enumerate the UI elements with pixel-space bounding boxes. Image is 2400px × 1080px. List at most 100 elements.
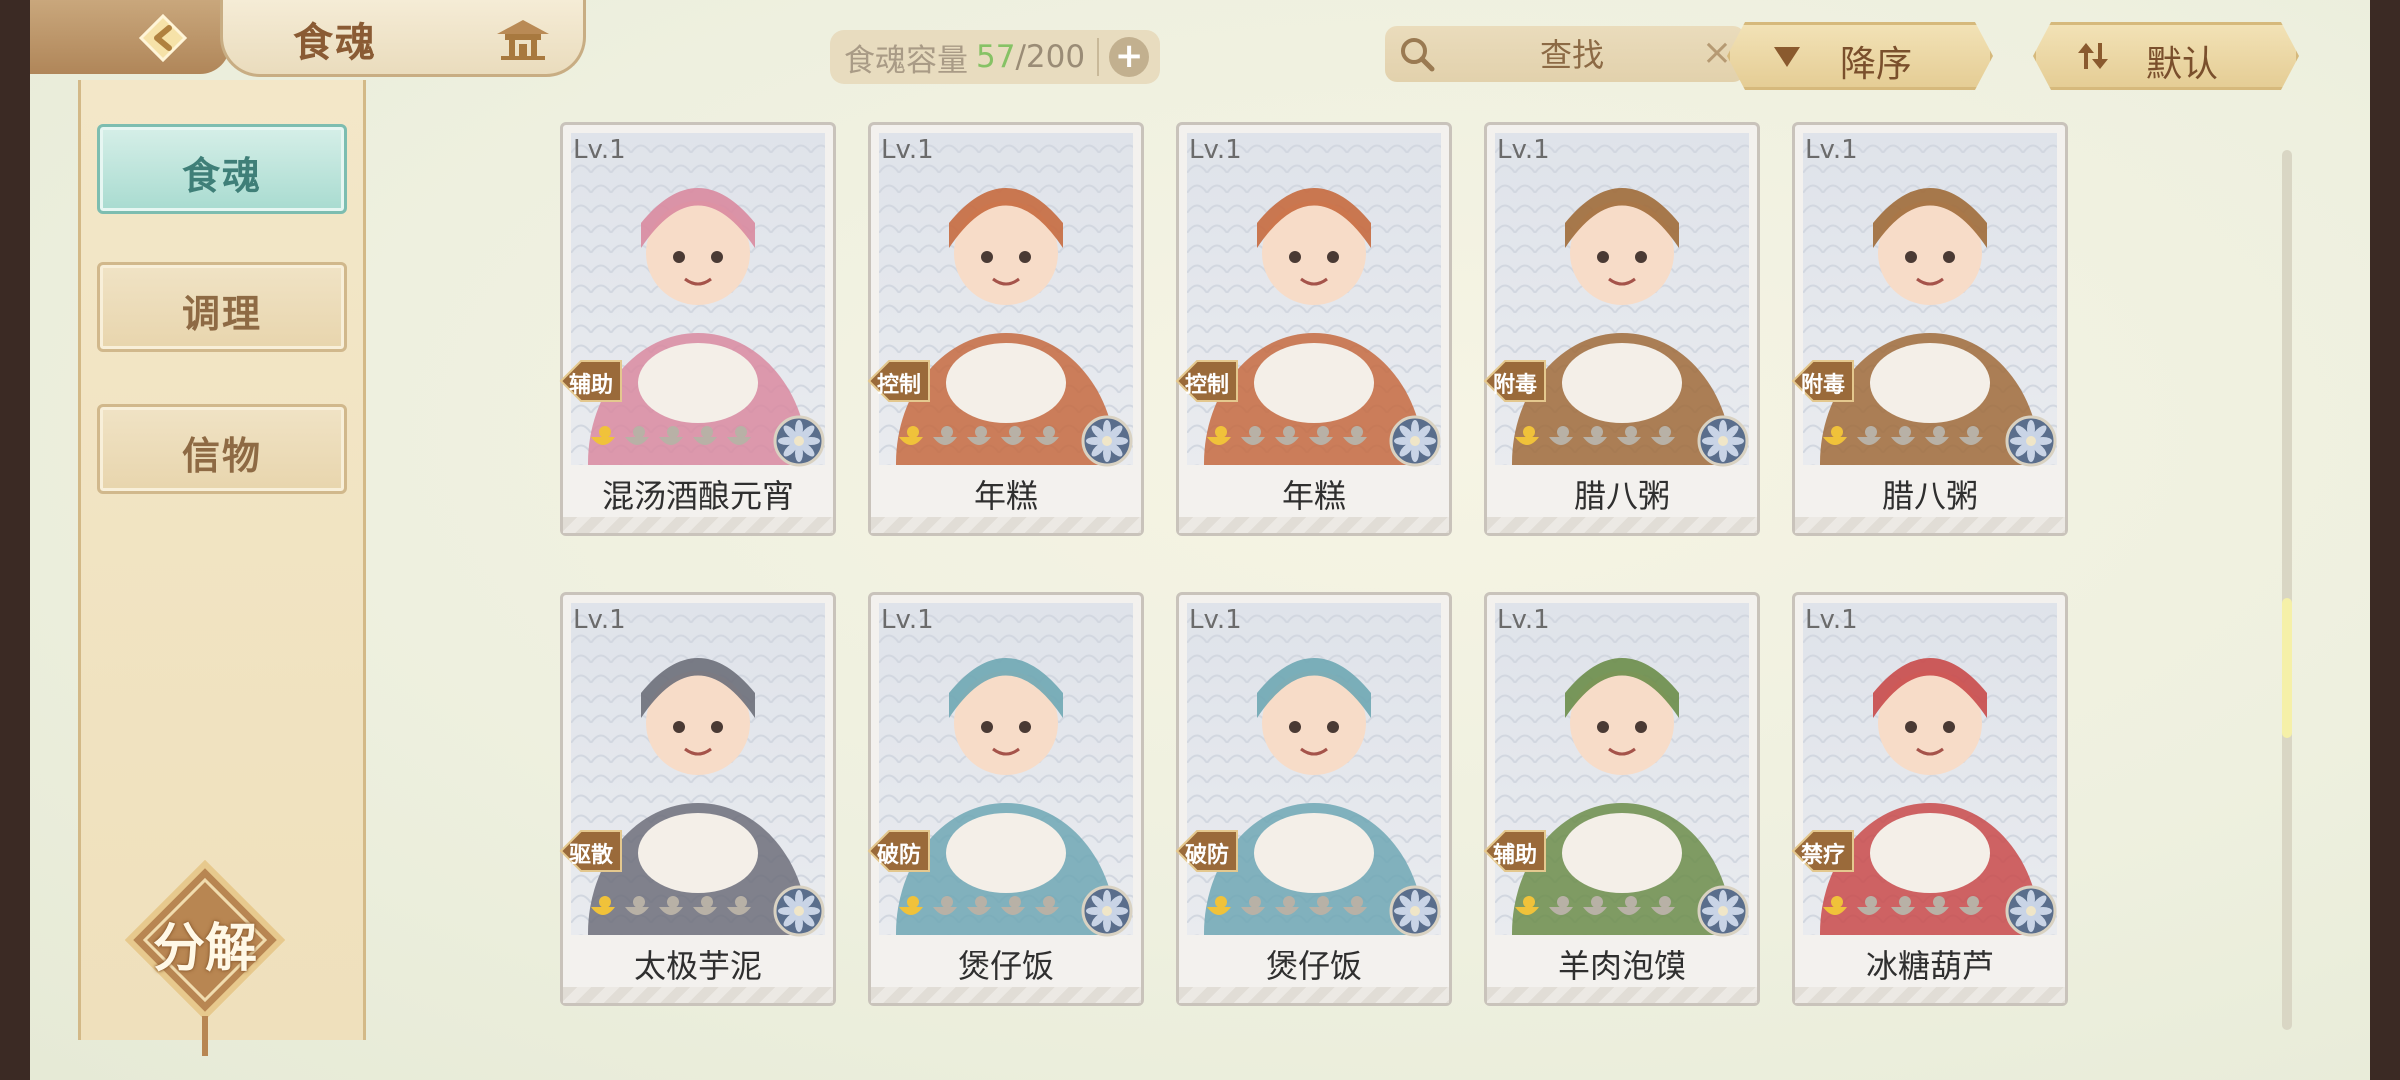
food-soul-card[interactable]: Lv.1 辅助 混汤酒酿元宵 bbox=[557, 122, 836, 536]
role-badge: 禁疗 bbox=[1789, 827, 1857, 875]
food-soul-card[interactable]: Lv.1 控制 年糕 bbox=[865, 122, 1144, 536]
food-soul-name: 年糕 bbox=[973, 477, 1038, 515]
level-label: Lv.1 bbox=[1805, 605, 1858, 635]
star-bowls-icon bbox=[1823, 896, 1983, 915]
element-flower-icon bbox=[773, 885, 825, 937]
add-capacity-button[interactable]: + bbox=[1109, 37, 1150, 77]
food-soul-card[interactable]: Lv.1 附毒 腊八粥 bbox=[1789, 122, 2068, 536]
star-bowls-icon bbox=[1207, 426, 1367, 445]
tab-conditioning-label: 调理 bbox=[181, 291, 262, 336]
back-button[interactable] bbox=[120, 8, 206, 68]
food-soul-card[interactable]: Lv.1 辅助 羊肉泡馍 bbox=[1481, 592, 1760, 1006]
search-input[interactable] bbox=[1445, 32, 1699, 78]
star-bowls-icon bbox=[899, 896, 1059, 915]
food-soul-card[interactable]: Lv.1 附毒 腊八粥 bbox=[1481, 122, 1760, 536]
role-badge: 辅助 bbox=[557, 357, 625, 405]
card-footer bbox=[1179, 987, 1449, 1003]
page-title: 食魂 bbox=[293, 19, 377, 66]
role-badge: 附毒 bbox=[1481, 357, 1549, 405]
food-soul-name: 腊八粥 bbox=[1881, 477, 1978, 515]
role-badge-label: 破防 bbox=[1184, 843, 1229, 868]
food-soul-name: 太极芋泥 bbox=[633, 947, 762, 985]
card-footer bbox=[563, 517, 833, 533]
food-soul-card[interactable]: Lv.1 驱散 太极芋泥 bbox=[557, 592, 836, 1006]
sort-mode-button[interactable]: 默认 bbox=[2033, 22, 2299, 90]
food-soul-name: 年糕 bbox=[1281, 477, 1346, 515]
card-footer bbox=[563, 987, 833, 1003]
card-footer bbox=[871, 987, 1141, 1003]
game-screen: 食魂 食魂容量 57 / 200 + × bbox=[30, 0, 2370, 1080]
capacity-separator: / bbox=[1015, 39, 1026, 75]
sidebar: 食魂 调理 信物 分解 bbox=[78, 80, 366, 1056]
capacity-current: 57 bbox=[976, 39, 1016, 75]
role-badge-label: 附毒 bbox=[1800, 373, 1845, 398]
role-badge: 破防 bbox=[865, 827, 933, 875]
element-flower-icon bbox=[1389, 415, 1441, 467]
capacity-display: 食魂容量 57 / 200 + bbox=[830, 30, 1160, 84]
tab-tokens-label: 信物 bbox=[181, 433, 262, 478]
element-flower-icon bbox=[1697, 885, 1749, 937]
food-soul-name: 冰糖葫芦 bbox=[1865, 947, 1994, 985]
pavilion-icon[interactable] bbox=[493, 14, 553, 62]
role-badge-label: 辅助 bbox=[568, 373, 613, 398]
back-arrow-icon bbox=[138, 13, 188, 63]
element-flower-icon bbox=[2005, 885, 2057, 937]
role-badge: 控制 bbox=[865, 357, 933, 405]
tab-tokens[interactable]: 信物 bbox=[97, 404, 347, 494]
scrollbar-thumb[interactable] bbox=[2282, 598, 2292, 738]
role-badge: 附毒 bbox=[1789, 357, 1857, 405]
search-box: × bbox=[1385, 26, 1745, 82]
role-badge-label: 破防 bbox=[876, 843, 921, 868]
food-soul-name: 腊八粥 bbox=[1573, 477, 1670, 515]
role-badge-label: 附毒 bbox=[1492, 373, 1537, 398]
level-label: Lv.1 bbox=[1497, 135, 1550, 165]
food-soul-card[interactable]: Lv.1 控制 年糕 bbox=[1175, 122, 1452, 536]
role-badge: 驱散 bbox=[557, 827, 625, 875]
role-badge: 破防 bbox=[1173, 827, 1241, 875]
food-soul-name: 羊肉泡馍 bbox=[1557, 947, 1686, 985]
element-flower-icon bbox=[1081, 415, 1133, 467]
element-flower-icon bbox=[1697, 415, 1749, 467]
element-flower-icon bbox=[1081, 885, 1133, 937]
sort-order-label: 降序 bbox=[1840, 44, 1913, 85]
food-soul-card[interactable]: Lv.1 破防 煲仔饭 bbox=[865, 592, 1144, 1006]
level-label: Lv.1 bbox=[1497, 605, 1550, 635]
sort-order-button[interactable]: 降序 bbox=[1727, 22, 1993, 90]
food-soul-name: 煲仔饭 bbox=[1265, 947, 1362, 985]
star-bowls-icon bbox=[1515, 426, 1675, 445]
food-soul-name: 煲仔饭 bbox=[957, 947, 1054, 985]
search-icon bbox=[1401, 38, 1435, 72]
card-footer bbox=[1179, 517, 1449, 533]
role-badge-label: 驱散 bbox=[568, 843, 613, 868]
card-footer bbox=[1487, 517, 1757, 533]
triangle-down-icon bbox=[1770, 39, 1804, 73]
role-badge: 辅助 bbox=[1481, 827, 1549, 875]
level-label: Lv.1 bbox=[881, 605, 934, 635]
food-soul-card[interactable]: Lv.1 破防 煲仔饭 bbox=[1173, 592, 1452, 1006]
role-badge-label: 辅助 bbox=[1492, 843, 1537, 868]
card-footer bbox=[871, 517, 1141, 533]
sort-arrows-icon bbox=[2076, 39, 2110, 73]
star-bowls-icon bbox=[1823, 426, 1983, 445]
level-label: Lv.1 bbox=[573, 605, 626, 635]
tab-food-souls[interactable]: 食魂 bbox=[97, 124, 347, 214]
tab-conditioning[interactable]: 调理 bbox=[97, 262, 347, 352]
level-label: Lv.1 bbox=[1189, 605, 1242, 635]
star-bowls-icon bbox=[591, 896, 751, 915]
level-label: Lv.1 bbox=[1189, 135, 1242, 165]
scrollbar[interactable] bbox=[2282, 150, 2292, 1030]
star-bowls-icon bbox=[1207, 896, 1367, 915]
title-tab: 食魂 bbox=[220, 0, 586, 77]
role-badge-label: 控制 bbox=[1184, 373, 1229, 398]
food-soul-card[interactable]: Lv.1 禁疗 冰糖葫芦 bbox=[1789, 592, 2068, 1006]
level-label: Lv.1 bbox=[1805, 135, 1858, 165]
level-label: Lv.1 bbox=[573, 135, 626, 165]
element-flower-icon bbox=[773, 415, 825, 467]
star-bowls-icon bbox=[899, 426, 1059, 445]
star-bowls-icon bbox=[1515, 896, 1675, 915]
sort-mode-label: 默认 bbox=[2146, 44, 2219, 85]
decompose-button[interactable]: 分解 bbox=[125, 860, 285, 1056]
capacity-label: 食魂容量 bbox=[844, 42, 968, 79]
star-bowls-icon bbox=[591, 426, 751, 445]
level-label: Lv.1 bbox=[881, 135, 934, 165]
